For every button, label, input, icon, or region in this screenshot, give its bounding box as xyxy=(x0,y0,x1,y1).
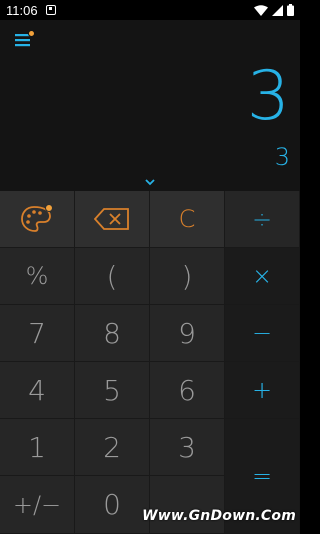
negate-button[interactable]: +/− xyxy=(0,476,75,534)
signal-icon xyxy=(272,4,283,16)
plus-button[interactable]: + xyxy=(225,362,300,419)
divide-button[interactable]: ÷ xyxy=(225,191,300,248)
backspace-button[interactable] xyxy=(75,191,150,248)
status-icons xyxy=(254,4,294,16)
digit-7-button[interactable]: 7 xyxy=(0,305,75,362)
digit-6-button[interactable]: 6 xyxy=(150,362,225,419)
digit-1-button[interactable]: 1 xyxy=(0,419,75,476)
theme-button[interactable] xyxy=(0,191,75,248)
digit-0-button[interactable]: 0 xyxy=(75,476,150,534)
digit-9-button[interactable]: 9 xyxy=(150,305,225,362)
chevron-down-icon[interactable] xyxy=(143,177,157,187)
notification-icon xyxy=(45,5,56,15)
keypad: C ÷ % ( ) × 7 8 9 − 4 5 6 + 1 2 3 = +/− … xyxy=(0,191,300,534)
digit-3-button[interactable]: 3 xyxy=(150,419,225,476)
battery-icon xyxy=(287,4,294,16)
result-display: 3 xyxy=(246,57,290,136)
open-paren-button[interactable]: ( xyxy=(75,248,150,305)
digit-2-button[interactable]: 2 xyxy=(75,419,150,476)
status-time: 11:06 xyxy=(6,2,38,18)
decimal-button[interactable] xyxy=(150,476,225,534)
calculator-display: 3 3 xyxy=(0,20,300,191)
clear-button[interactable]: C xyxy=(150,191,225,248)
minus-button[interactable]: − xyxy=(225,305,300,362)
expression-display: 3 xyxy=(274,143,290,171)
watermark: Www.GnDown.Com xyxy=(142,508,296,524)
palette-icon xyxy=(21,204,53,232)
percent-button[interactable]: % xyxy=(0,248,75,305)
menu-notification-dot xyxy=(28,30,35,37)
digit-5-button[interactable]: 5 xyxy=(75,362,150,419)
status-bar: 11:06 xyxy=(0,0,300,20)
digit-8-button[interactable]: 8 xyxy=(75,305,150,362)
backspace-icon xyxy=(94,208,129,230)
close-paren-button[interactable]: ) xyxy=(150,248,225,305)
digit-4-button[interactable]: 4 xyxy=(0,362,75,419)
multiply-button[interactable]: × xyxy=(225,248,300,305)
wifi-icon xyxy=(254,4,268,16)
